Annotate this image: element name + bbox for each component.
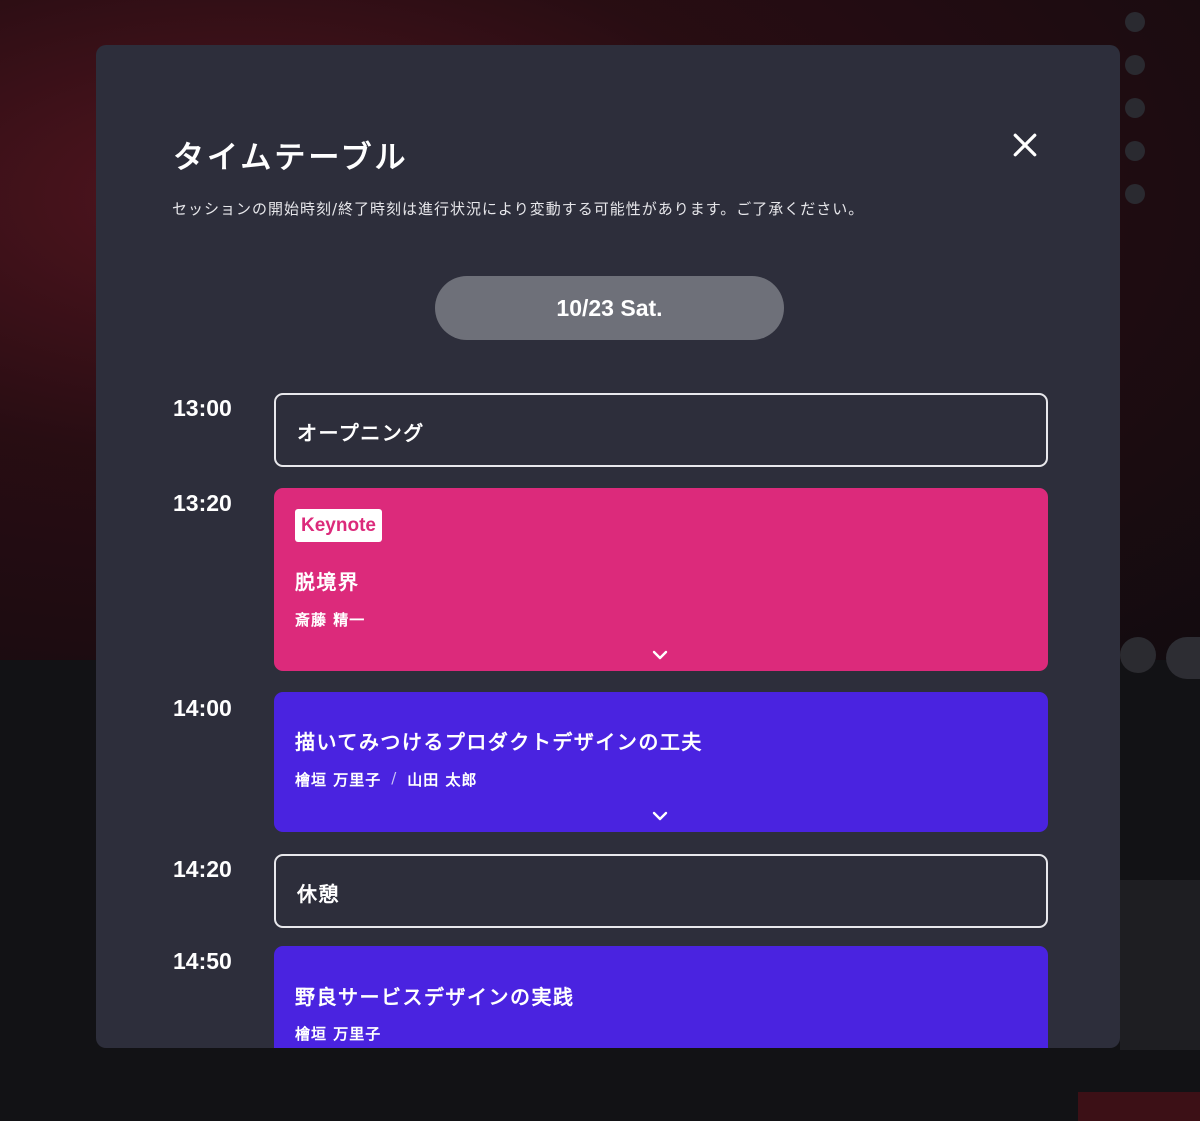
speaker-name: 檜垣 万里子 bbox=[295, 1025, 382, 1043]
comment-row bbox=[1125, 43, 1200, 86]
session-card-break[interactable]: 休憩 bbox=[274, 854, 1048, 928]
speaker-name: 檜垣 万里子 bbox=[295, 771, 382, 789]
slot-time: 14:20 bbox=[173, 856, 232, 882]
timetable-modal: タイムテーブル セッションの開始時刻/終了時刻は進行状況により変動する可能性があ… bbox=[96, 45, 1120, 1048]
session-speakers: 檜垣 万里子 / 山田 太郎 bbox=[295, 769, 478, 790]
expand-button[interactable] bbox=[650, 809, 670, 823]
chevron-down-icon bbox=[652, 650, 668, 660]
date-tab[interactable]: 10/23 Sat. bbox=[435, 276, 784, 340]
modal-title: タイムテーブル bbox=[173, 140, 409, 176]
session-title: 脱境界 bbox=[295, 570, 360, 594]
background-button bbox=[1166, 637, 1200, 679]
background-block bbox=[1078, 1092, 1200, 1121]
session-title: 休憩 bbox=[297, 882, 340, 906]
comment-row bbox=[1125, 129, 1200, 172]
comment-row bbox=[1125, 172, 1200, 215]
session-title: 描いてみつけるプロダクトデザインの工夫 bbox=[295, 730, 703, 754]
chevron-down-icon bbox=[652, 811, 668, 821]
slot-time: 14:00 bbox=[173, 695, 232, 721]
comment-row bbox=[1125, 86, 1200, 129]
avatar bbox=[1125, 11, 1145, 32]
avatar bbox=[1125, 97, 1145, 118]
background-card bbox=[1120, 880, 1200, 1050]
comment-row bbox=[1125, 0, 1200, 43]
slot-time: 13:20 bbox=[173, 490, 232, 516]
session-card-keynote[interactable]: Keynote 脱境界 斎藤 精一 bbox=[274, 488, 1048, 671]
slot-time: 13:00 bbox=[173, 395, 232, 421]
session-card-talk[interactable]: 描いてみつけるプロダクトデザインの工夫 檜垣 万里子 / 山田 太郎 bbox=[274, 692, 1048, 832]
close-button[interactable] bbox=[1005, 125, 1045, 165]
side-comment-list bbox=[1125, 0, 1200, 215]
slot-time: 14:50 bbox=[173, 948, 232, 974]
speaker-name: 斎藤 精一 bbox=[295, 611, 366, 629]
session-speakers: 檜垣 万里子 bbox=[295, 1023, 381, 1044]
speaker-name: 山田 太郎 bbox=[407, 771, 478, 789]
avatar bbox=[1125, 140, 1145, 161]
session-title: 野良サービスデザインの実践 bbox=[295, 985, 575, 1009]
speaker-separator: / bbox=[391, 769, 398, 787]
schedule-notice: セッションの開始時刻/終了時刻は進行状況により変動する可能性があります。ご了承く… bbox=[172, 200, 865, 218]
avatar bbox=[1125, 54, 1145, 75]
session-card-opening[interactable]: オープニング bbox=[274, 393, 1048, 467]
avatar bbox=[1125, 183, 1145, 204]
session-speakers: 斎藤 精一 bbox=[295, 609, 365, 630]
keynote-badge: Keynote bbox=[295, 509, 382, 542]
expand-button[interactable] bbox=[650, 648, 670, 662]
close-icon bbox=[1013, 133, 1037, 157]
avatar bbox=[1120, 637, 1156, 673]
session-title: オープニング bbox=[297, 421, 425, 445]
session-card-talk[interactable]: 野良サービスデザインの実践 檜垣 万里子 bbox=[274, 946, 1048, 1048]
